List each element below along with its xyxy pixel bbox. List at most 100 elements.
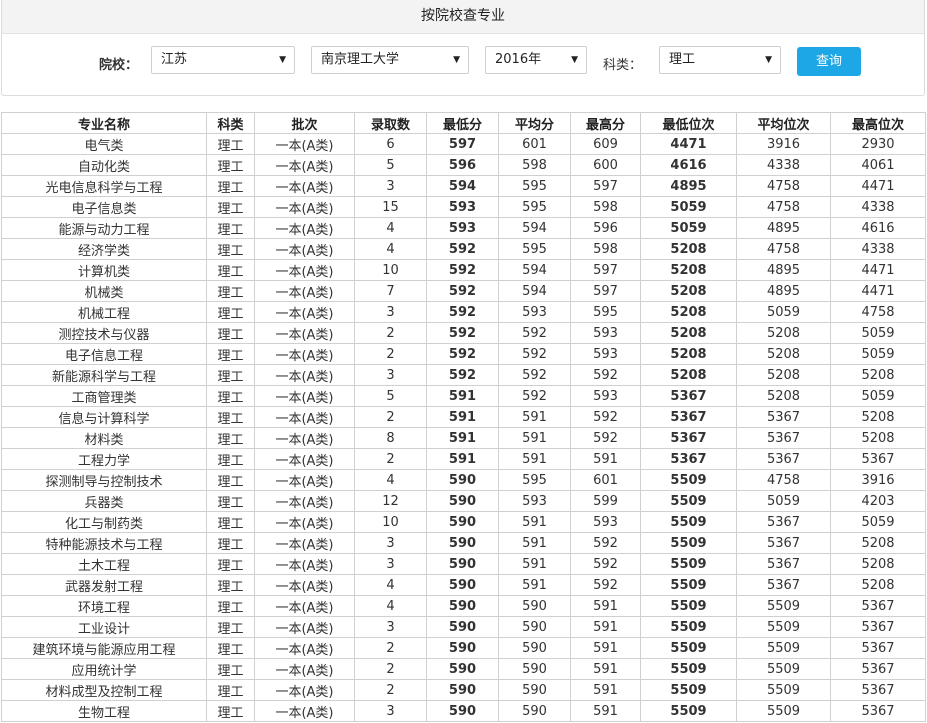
cell-batch: 一本(A类) [254,133,355,155]
cell-subject: 理工 [206,658,255,680]
cell-major: 生物工程 [1,700,207,722]
cell-max-score: 598 [570,238,641,260]
cell-admitted: 3 [354,616,427,638]
cell-min-score: 592 [426,301,499,323]
cell-max-rank: 5367 [830,616,926,638]
cell-batch: 一本(A类) [254,385,355,407]
year-select[interactable]: 2016年 ▼ [485,46,587,74]
cell-min-rank: 5208 [640,238,737,260]
cell-min-rank: 5059 [640,217,737,239]
cell-max-score: 595 [570,301,641,323]
cell-batch: 一本(A类) [254,322,355,344]
cell-batch: 一本(A类) [254,301,355,323]
cell-avg-score: 590 [498,595,571,617]
cell-admitted: 15 [354,196,427,218]
cell-avg-rank: 5509 [736,679,831,701]
table-row: 光电信息科学与工程 理工 一本(A类) 3 594 595 597 4895 4758 4471 [1,175,926,197]
cell-admitted: 2 [354,637,427,659]
cell-major: 环境工程 [1,595,207,617]
cell-subject: 理工 [206,406,255,428]
cell-max-score: 597 [570,175,641,197]
cell-avg-score: 594 [498,259,571,281]
cell-subject: 理工 [206,469,255,491]
cell-batch: 一本(A类) [254,637,355,659]
cell-max-score: 593 [570,385,641,407]
cell-avg-rank: 5509 [736,637,831,659]
cell-subject: 理工 [206,553,255,575]
cell-major: 化工与制药类 [1,511,207,533]
cell-subject: 理工 [206,196,255,218]
cell-avg-rank: 5367 [736,511,831,533]
cell-avg-score: 601 [498,133,571,155]
column-header-min-rank: 最低位次 [640,112,737,134]
cell-min-score: 590 [426,469,499,491]
column-header-avg-score: 平均分 [498,112,571,134]
cell-admitted: 8 [354,427,427,449]
cell-subject: 理工 [206,595,255,617]
cell-min-score: 590 [426,511,499,533]
cell-max-score: 591 [570,448,641,470]
cell-max-rank: 2930 [830,133,926,155]
cell-max-score: 596 [570,217,641,239]
cell-avg-rank: 5367 [736,574,831,596]
cell-min-score: 593 [426,196,499,218]
cell-major: 光电信息科学与工程 [1,175,207,197]
cell-max-rank: 5208 [830,364,926,386]
cell-admitted: 6 [354,133,427,155]
cell-avg-rank: 4758 [736,469,831,491]
cell-min-rank: 5509 [640,511,737,533]
cell-avg-rank: 5208 [736,322,831,344]
table-row: 经济学类 理工 一本(A类) 4 592 595 598 5208 4758 4338 [1,238,926,260]
cell-admitted: 12 [354,490,427,512]
table-row: 建筑环境与能源应用工程 理工 一本(A类) 2 590 590 591 5509 5509 536… [1,637,926,659]
cell-min-score: 591 [426,385,499,407]
filter-bar: 院校： 江苏 ▼ 南京理工大学 ▼ 2016年 ▼ 科类： 理工 ▼ 查询 [2,34,924,96]
cell-min-score: 590 [426,637,499,659]
cell-major: 武器发射工程 [1,574,207,596]
cell-major: 新能源科学与工程 [1,364,207,386]
cell-min-rank: 5367 [640,406,737,428]
province-select[interactable]: 江苏 ▼ [151,46,295,74]
cell-avg-rank: 5509 [736,595,831,617]
cell-batch: 一本(A类) [254,217,355,239]
cell-min-score: 591 [426,406,499,428]
cell-min-rank: 5509 [640,469,737,491]
cell-avg-rank: 4895 [736,217,831,239]
cell-max-score: 591 [570,616,641,638]
cell-avg-score: 590 [498,616,571,638]
cell-avg-rank: 4758 [736,238,831,260]
subject-select[interactable]: 理工 ▼ [659,46,781,74]
cell-avg-score: 594 [498,217,571,239]
cell-avg-score: 591 [498,574,571,596]
cell-avg-score: 590 [498,679,571,701]
cell-min-rank: 5509 [640,574,737,596]
cell-max-score: 592 [570,427,641,449]
cell-batch: 一本(A类) [254,196,355,218]
cell-max-rank: 4338 [830,238,926,260]
cell-max-score: 601 [570,469,641,491]
cell-min-rank: 5208 [640,280,737,302]
cell-min-score: 590 [426,616,499,638]
cell-max-rank: 4061 [830,154,926,176]
cell-major: 探测制导与控制技术 [1,469,207,491]
table-row: 武器发射工程 理工 一本(A类) 4 590 591 592 5509 5367 5208 [1,574,926,596]
cell-batch: 一本(A类) [254,658,355,680]
cell-max-score: 591 [570,658,641,680]
cell-batch: 一本(A类) [254,595,355,617]
query-button[interactable]: 查询 [797,47,861,76]
cell-batch: 一本(A类) [254,574,355,596]
cell-max-rank: 5367 [830,700,926,722]
university-value: 南京理工大学 [321,52,400,67]
cell-major: 测控技术与仪器 [1,322,207,344]
university-select[interactable]: 南京理工大学 ▼ [311,46,469,74]
cell-max-score: 592 [570,532,641,554]
table-row: 工程力学 理工 一本(A类) 2 591 591 591 5367 5367 5367 [1,448,926,470]
cell-min-rank: 5208 [640,322,737,344]
cell-batch: 一本(A类) [254,364,355,386]
table-row: 电气类 理工 一本(A类) 6 597 601 609 4471 3916 2930 [1,133,926,155]
table-row: 化工与制药类 理工 一本(A类) 10 590 591 593 5509 5367 5059 [1,511,926,533]
column-header-max-score: 最高分 [570,112,641,134]
cell-batch: 一本(A类) [254,616,355,638]
cell-min-rank: 5509 [640,658,737,680]
cell-batch: 一本(A类) [254,406,355,428]
